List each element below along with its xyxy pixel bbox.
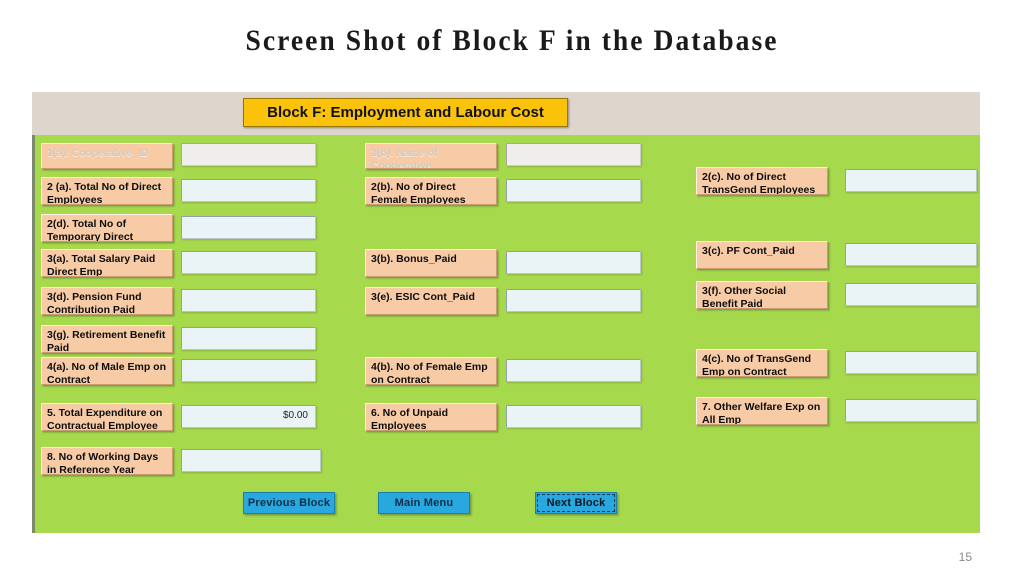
field-input-no-of-unpaid-employees[interactable] xyxy=(506,405,641,428)
block-header-banner: Block F: Employment and Labour Cost xyxy=(243,98,568,127)
field-input-no-of-male-emp-on-contract[interactable] xyxy=(181,359,316,382)
database-form-screenshot: Block F: Employment and Labour Cost 1(a)… xyxy=(32,92,980,533)
field-label-total-expenditure-on-contractual-employee: 5. Total Expenditure on Contractual Empl… xyxy=(41,403,173,431)
field-input-name-of-cooperative xyxy=(506,143,641,166)
field-label-no-of-direct-transgend-employees: 2(c). No of Direct TransGend Employees xyxy=(696,167,828,195)
field-label-other-welfare-exp-on-all-emp: 7. Other Welfare Exp on All Emp xyxy=(696,397,828,425)
main-menu-button[interactable]: Main Menu xyxy=(378,492,470,514)
field-input-total-no-of-direct-employees[interactable] xyxy=(181,179,316,202)
field-input-total-no-of-temporary-direct[interactable] xyxy=(181,216,316,239)
field-label-no-of-transgend-emp-on-contract: 4(c). No of TransGend Emp on Contract xyxy=(696,349,828,377)
field-input-no-of-transgend-emp-on-contract[interactable] xyxy=(845,351,977,374)
field-label-retirement-benefit-paid: 3(g). Retirement Benefit Paid xyxy=(41,325,173,353)
field-input-pf-cont-paid[interactable] xyxy=(845,243,977,266)
field-input-other-social-benefit-paid[interactable] xyxy=(845,283,977,306)
field-label-total-salary-paid-direct-emp: 3(a). Total Salary Paid Direct Emp xyxy=(41,249,173,277)
field-label-name-of-cooperative: 1(b). Name of Cooperative xyxy=(365,143,497,169)
field-input-no-of-direct-female-employees[interactable] xyxy=(506,179,641,202)
field-input-retirement-benefit-paid[interactable] xyxy=(181,327,316,350)
field-label-no-of-male-emp-on-contract: 4(a). No of Male Emp on Contract xyxy=(41,357,173,385)
previous-block-button[interactable]: Previous Block xyxy=(243,492,335,514)
field-label-esic-cont-paid: 3(e). ESIC Cont_Paid xyxy=(365,287,497,315)
field-label-no-of-female-emp-on-contract: 4(b). No of Female Emp on Contract xyxy=(365,357,497,385)
field-label-cooperative-id: 1(a). Cooperative_ID xyxy=(41,143,173,169)
next-block-button[interactable]: Next Block xyxy=(535,492,617,514)
field-input-pension-fund-contribution-paid[interactable] xyxy=(181,289,316,312)
field-input-total-expenditure-on-contractual-employee[interactable]: $0.00 xyxy=(181,405,316,428)
field-input-bonus-paid[interactable] xyxy=(506,251,641,274)
field-input-no-of-female-emp-on-contract[interactable] xyxy=(506,359,641,382)
field-label-pension-fund-contribution-paid: 3(d). Pension Fund Contribution Paid xyxy=(41,287,173,315)
field-input-no-of-direct-transgend-employees[interactable] xyxy=(845,169,977,192)
field-input-no-of-working-days-in-reference-year[interactable] xyxy=(181,449,321,472)
field-input-total-salary-paid-direct-emp[interactable] xyxy=(181,251,316,274)
field-label-total-no-of-temporary-direct: 2(d). Total No of Temporary Direct xyxy=(41,214,173,242)
field-input-other-welfare-exp-on-all-emp[interactable] xyxy=(845,399,977,422)
field-label-bonus-paid: 3(b). Bonus_Paid xyxy=(365,249,497,277)
field-input-esic-cont-paid[interactable] xyxy=(506,289,641,312)
app-titlebar: Block F: Employment and Labour Cost xyxy=(32,92,980,135)
field-label-other-social-benefit-paid: 3(f). Other Social Benefit Paid xyxy=(696,281,828,309)
field-label-total-no-of-direct-employees: 2 (a). Total No of Direct Employees xyxy=(41,177,173,205)
slide-page-number: 15 xyxy=(958,550,972,564)
field-label-pf-cont-paid: 3(c). PF Cont_Paid xyxy=(696,241,828,269)
field-input-cooperative-id xyxy=(181,143,316,166)
form-canvas: 1(a). Cooperative_ID 1(b). Name of Cooper… xyxy=(32,135,980,533)
field-label-no-of-unpaid-employees: 6. No of Unpaid Employees xyxy=(365,403,497,431)
page-title: Screen Shot of Block F in the Database xyxy=(245,24,779,57)
field-label-no-of-direct-female-employees: 2(b). No of Direct Female Employees xyxy=(365,177,497,205)
field-label-no-of-working-days-in-reference-year: 8. No of Working Days in Reference Year xyxy=(41,447,173,475)
